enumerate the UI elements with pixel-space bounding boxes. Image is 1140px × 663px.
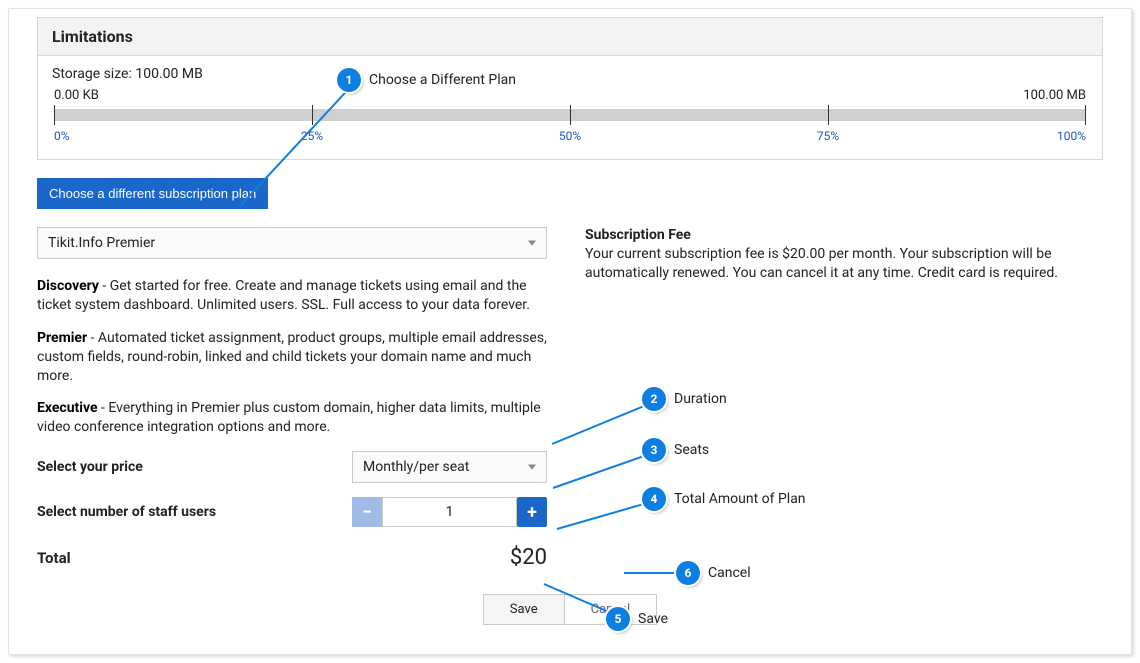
price-label: Select your price [37,459,352,475]
seats-increment-button[interactable]: + [517,497,547,527]
seats-label: Select number of staff users [37,504,352,520]
seats-value[interactable]: 1 [382,497,517,527]
storage-max: 100.00 MB [1023,88,1086,103]
fee-heading: Subscription Fee [585,227,1103,243]
chevron-down-icon [528,241,536,246]
plan-desc-executive: Executive - Everything in Premier plus c… [37,399,547,437]
limitations-title: Limitations [38,18,1102,56]
save-button[interactable]: Save [484,595,565,624]
plan-select[interactable]: Tikit.Info Premier [37,227,547,259]
storage-used: 0.00 KB [54,88,99,103]
price-select[interactable]: Monthly/per seat [352,451,547,483]
total-value: $20 [352,545,547,570]
action-button-group: Save Cancel [483,594,657,625]
storage-size-label: Storage size: 100.00 MB [52,66,1088,82]
plan-desc-premier: Premier - Automated ticket assignment, p… [37,329,547,386]
plan-select-value: Tikit.Info Premier [48,235,155,251]
seats-decrement-button[interactable]: − [352,497,382,527]
total-label: Total [37,549,352,567]
price-select-value: Monthly/per seat [363,459,469,475]
fee-text: Your current subscription fee is $20.00 … [585,245,1103,283]
limitations-panel: Limitations Storage size: 100.00 MB 0.00… [37,17,1103,160]
seats-stepper: − 1 + [352,497,547,527]
plan-desc-discovery: Discovery - Get started for free. Create… [37,277,547,315]
chevron-down-icon [528,465,536,470]
storage-scale: 0% 25% 50% 75% 100% [54,129,1086,145]
choose-plan-button[interactable]: Choose a different subscription plan [37,178,268,209]
cancel-button[interactable]: Cancel [565,595,657,624]
storage-meter [54,105,1086,125]
